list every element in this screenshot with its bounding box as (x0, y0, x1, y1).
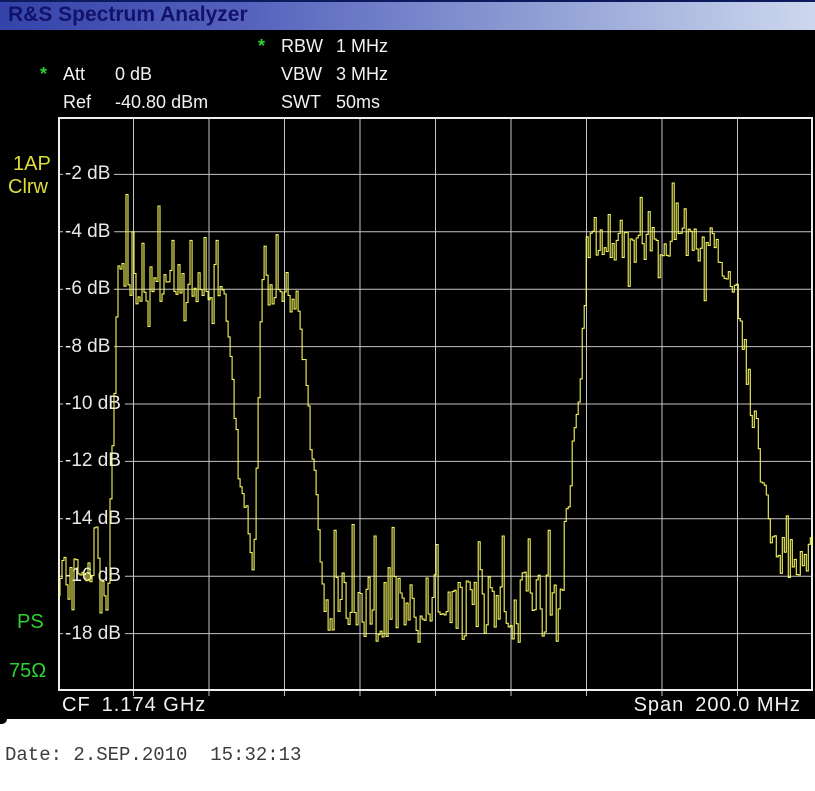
y-axis-tick-label: -16 dB (63, 565, 125, 587)
active-setting-asterisk-icon: * (258, 36, 276, 57)
y-axis-tick-label: -10 dB (63, 393, 125, 415)
vbw-setting-field[interactable]: VBW 3 MHz (258, 64, 388, 85)
att-value: 0 dB (115, 64, 152, 84)
y-axis-labels: -2 dB -4 dB -6 dB -8 dB -10 dB -12 dB -14 dB -1… (58, 117, 813, 691)
header-row-1: * RBW 1 MHz (0, 36, 815, 58)
swt-value: 50ms (336, 92, 380, 112)
ref-label: Ref (63, 92, 110, 113)
app-title: R&S Spectrum Analyzer (8, 3, 248, 27)
y-axis-tick-label: -18 dB (63, 623, 125, 645)
swt-setting-field[interactable]: SWT 50ms (258, 92, 380, 113)
date-status-line: Date: 2.SEP.2010 15:32:13 (5, 744, 301, 766)
rbw-value: 1 MHz (336, 36, 388, 56)
cf-value: 1.174 GHz (102, 694, 207, 716)
y-axis-tick-label: -4 dB (63, 221, 114, 243)
instrument-screen: R&S Spectrum Analyzer * RBW 1 MHz * Att … (0, 0, 815, 719)
vbw-value: 3 MHz (336, 64, 388, 84)
swt-label: SWT (281, 92, 331, 113)
ref-value: -40.80 dBm (115, 92, 208, 112)
att-label: Att (63, 64, 110, 85)
ref-setting-field[interactable]: Ref -40.80 dBm (40, 92, 208, 113)
y-axis-tick-label: -12 dB (63, 450, 125, 472)
rbw-label: RBW (281, 36, 331, 57)
span-label: Span (634, 694, 685, 716)
impedance-label: 75Ω (9, 660, 46, 682)
y-axis-tick-label: -8 dB (63, 336, 114, 358)
y-axis-tick-label: -6 dB (63, 278, 114, 300)
spectrum-analyzer-screenshot: R&S Spectrum Analyzer * RBW 1 MHz * Att … (0, 0, 815, 791)
y-axis-tick-label: -14 dB (63, 508, 125, 530)
preselector-badge[interactable]: PS (17, 611, 44, 634)
preselector-label: PS (17, 611, 44, 633)
trace-mode-write: Clrw (8, 176, 48, 198)
active-setting-asterisk-icon: * (40, 64, 58, 85)
cf-label: CF (62, 694, 91, 716)
title-bar: R&S Spectrum Analyzer (0, 0, 815, 30)
rbw-setting-field[interactable]: * RBW 1 MHz (258, 36, 388, 57)
span-value: 200.0 MHz (695, 694, 801, 716)
trace-mode-detector: 1AP (13, 153, 51, 175)
att-setting-field[interactable]: * Att 0 dB (40, 64, 152, 85)
y-axis-tick-label: -2 dB (63, 163, 114, 185)
trace-mode-badge-line2[interactable]: Clrw (8, 176, 48, 199)
measurement-diagram: -2 dB -4 dB -6 dB -8 dB -10 dB -12 dB -14 dB -1… (58, 117, 813, 691)
impedance-badge[interactable]: 75Ω (9, 660, 46, 683)
header-row-2: * Att 0 dB VBW 3 MHz (0, 64, 815, 86)
header-row-3: Ref -40.80 dBm SWT 50ms (0, 92, 815, 114)
screen-corner-nub (0, 719, 7, 724)
trace-mode-badge[interactable]: 1AP (13, 153, 51, 176)
vbw-label: VBW (281, 64, 331, 85)
